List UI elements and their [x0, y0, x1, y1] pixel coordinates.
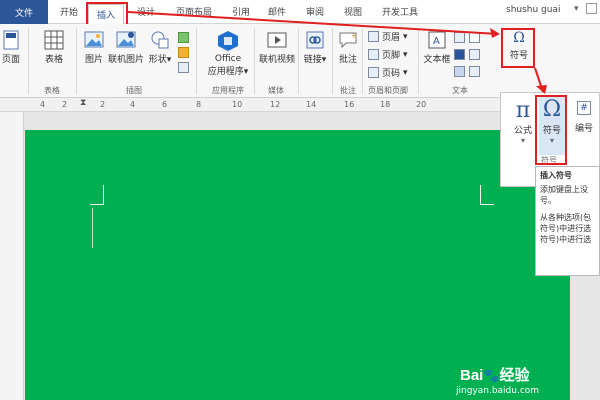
arrowhead-icon [536, 85, 547, 94]
paw-icon: 🐾 [483, 368, 500, 383]
arrowhead-icon [490, 28, 500, 38]
arrow-tab-to-symbol [127, 11, 499, 35]
annotation-arrows [127, 11, 547, 94]
watermark-brand: 经验 [499, 367, 530, 384]
watermark-url: jingyan.baidu.com [456, 386, 540, 396]
watermark-logo: Bai🐾经验 [460, 364, 530, 385]
watermark-logo-text: Bai [460, 367, 484, 384]
